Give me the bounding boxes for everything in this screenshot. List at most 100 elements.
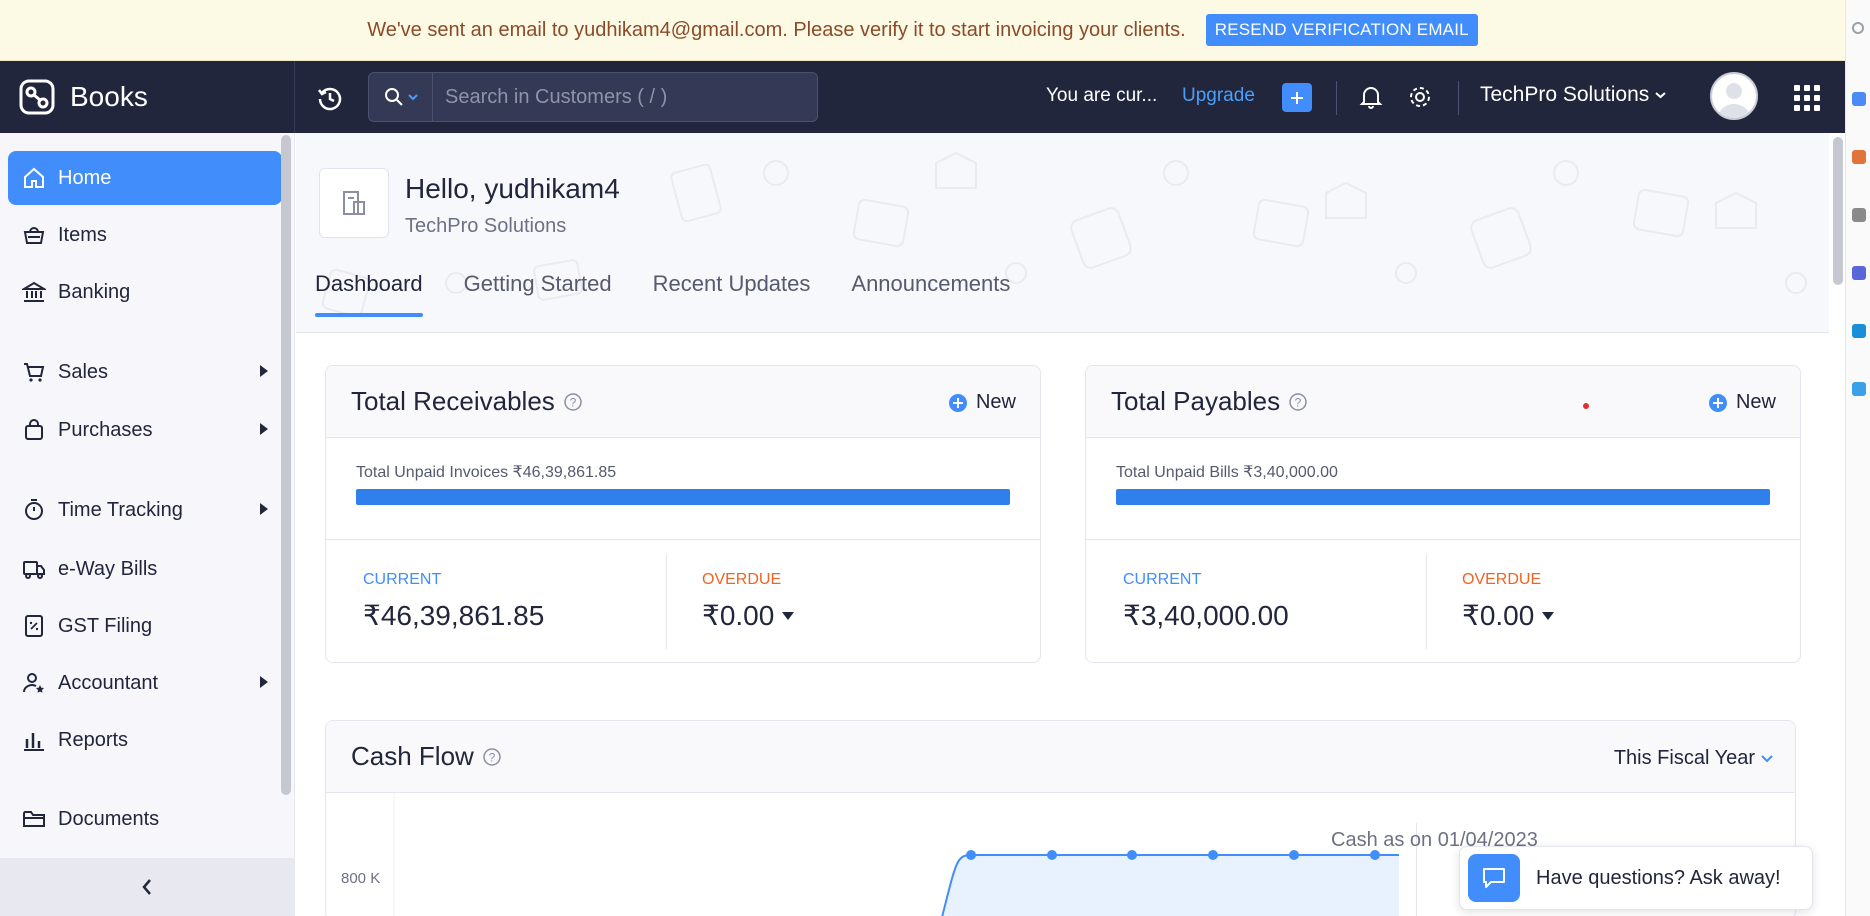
- strip-search-icon[interactable]: [1852, 22, 1864, 34]
- sidebar-item-eway-bills[interactable]: e-Way Bills: [8, 542, 282, 596]
- apps-grid-icon[interactable]: [1794, 85, 1820, 111]
- main-scrollbar[interactable]: [1833, 137, 1843, 285]
- global-search[interactable]: [368, 72, 818, 122]
- recent-history-icon[interactable]: [316, 84, 344, 112]
- chat-widget[interactable]: Have questions? Ask away!: [1459, 846, 1813, 910]
- search-scope-dropdown[interactable]: [369, 73, 433, 121]
- sidebar-item-label: Purchases: [58, 418, 153, 441]
- svg-text:?: ?: [1295, 395, 1302, 409]
- current-label: CURRENT: [363, 571, 442, 588]
- folder-icon: [23, 811, 45, 827]
- new-invoice-button[interactable]: New: [948, 391, 1016, 414]
- svg-text:?: ?: [569, 395, 576, 409]
- caret-down-icon: [1542, 611, 1555, 620]
- settings-gear-icon[interactable]: [1406, 83, 1434, 111]
- tab-dashboard[interactable]: Dashboard: [315, 271, 423, 317]
- upgrade-link[interactable]: Upgrade: [1182, 85, 1255, 107]
- bag-icon: [25, 419, 43, 440]
- plus-icon: [1291, 91, 1303, 104]
- strip-app-icon[interactable]: [1852, 150, 1866, 164]
- search-input[interactable]: [433, 85, 793, 109]
- unpaid-progress-bar: [1116, 489, 1770, 505]
- sidebar-item-gst-filing[interactable]: GST Filing: [8, 599, 282, 653]
- sidebar-item-banking[interactable]: Banking: [8, 265, 282, 319]
- strip-app-icon[interactable]: [1852, 266, 1866, 280]
- overdue-amount-dropdown[interactable]: ₹0.00: [702, 599, 795, 632]
- help-icon[interactable]: ?: [1288, 392, 1308, 412]
- plus-circle-icon: [948, 393, 967, 412]
- tab-recent-updates[interactable]: Recent Updates: [653, 271, 811, 317]
- sidebar-item-accountant[interactable]: Accountant: [8, 656, 282, 710]
- expand-arrow-icon: [260, 676, 268, 688]
- unpaid-bills-label: Total Unpaid Bills ₹3,40,000.00: [1116, 464, 1338, 481]
- browser-side-strip: [1845, 0, 1870, 916]
- notifications-bell-icon[interactable]: [1359, 84, 1383, 110]
- navbar-divider: [1336, 81, 1337, 115]
- unpaid-progress-bar: [356, 489, 1010, 505]
- user-avatar[interactable]: [1710, 72, 1758, 120]
- progress-fill: [1116, 489, 1770, 505]
- strip-app-icon[interactable]: [1852, 208, 1866, 222]
- home-icon: [24, 167, 44, 188]
- sidebar-item-reports[interactable]: Reports: [8, 713, 282, 767]
- items-icon: [23, 227, 45, 244]
- sidebar-item-items[interactable]: Items: [8, 208, 282, 262]
- expand-arrow-icon: [260, 423, 268, 435]
- expand-arrow-icon: [260, 365, 268, 377]
- dashboard-header: Hello, yudhikam4 TechPro Solutions Dashb…: [296, 133, 1829, 333]
- organization-switcher[interactable]: TechPro Solutions: [1480, 83, 1666, 107]
- strip-app-icon[interactable]: [1852, 92, 1866, 106]
- sidebar-item-sales[interactable]: Sales: [8, 345, 282, 399]
- chevron-left-icon: [142, 879, 151, 895]
- chat-prompt: Have questions? Ask away!: [1536, 866, 1781, 889]
- strip-app-icon[interactable]: [1852, 382, 1866, 396]
- building-icon: [343, 191, 365, 215]
- sidebar-item-documents[interactable]: Documents: [8, 792, 282, 846]
- sidebar-item-purchases[interactable]: Purchases: [8, 403, 282, 457]
- new-bill-button[interactable]: New: [1708, 391, 1776, 414]
- tab-announcements[interactable]: Announcements: [851, 271, 1010, 317]
- quick-create-button[interactable]: [1282, 83, 1312, 112]
- cash-point: [966, 850, 976, 860]
- current-amount[interactable]: ₹3,40,000.00: [1123, 599, 1289, 632]
- resend-verification-button[interactable]: RESEND VERIFICATION EMAIL: [1205, 14, 1478, 46]
- sidebar-item-label: Banking: [58, 280, 131, 303]
- cash-point: [1127, 850, 1137, 860]
- books-logo-icon: [19, 79, 55, 115]
- sidebar-item-label: Home: [58, 166, 112, 189]
- overdue-label: OVERDUE: [1462, 571, 1542, 588]
- sidebar-item-home[interactable]: Home: [8, 151, 282, 205]
- help-icon[interactable]: ?: [482, 747, 502, 767]
- overdue-label: OVERDUE: [702, 571, 782, 588]
- strip-app-icon[interactable]: [1852, 324, 1866, 338]
- divider: [1426, 554, 1427, 649]
- org-logo-placeholder[interactable]: [319, 168, 389, 238]
- sidebar-item-label: Documents: [58, 807, 160, 830]
- sidebar-collapse-button[interactable]: [0, 858, 294, 916]
- period-dropdown[interactable]: This Fiscal Year: [1614, 747, 1773, 770]
- avatar-placeholder-icon: [1718, 83, 1750, 118]
- app-brand[interactable]: Books: [0, 61, 295, 133]
- main-content: Hello, yudhikam4 TechPro Solutions Dashb…: [296, 133, 1845, 916]
- chat-bubble-icon: [1468, 854, 1520, 902]
- current-amount[interactable]: ₹46,39,861.85: [363, 599, 544, 632]
- overdue-value: ₹0.00: [702, 600, 775, 631]
- card-header: Cash Flow ? This Fiscal Year: [326, 721, 1795, 793]
- org-subtitle: TechPro Solutions: [405, 215, 567, 237]
- new-label: New: [1735, 391, 1776, 413]
- y-axis-tick: 800 K: [341, 870, 381, 887]
- sidebar-item-time-tracking[interactable]: Time Tracking: [8, 483, 282, 537]
- overdue-value: ₹0.00: [1462, 600, 1535, 631]
- divider: [326, 539, 1040, 540]
- overdue-amount-dropdown[interactable]: ₹0.00: [1462, 599, 1555, 632]
- indicator-dot: [1583, 403, 1589, 409]
- period-label: This Fiscal Year: [1613, 747, 1755, 769]
- brand-name: Books: [70, 81, 148, 112]
- card-header: Total Receivables ? New: [326, 366, 1040, 438]
- tab-getting-started[interactable]: Getting Started: [464, 271, 612, 317]
- card-title: Total Receivables: [351, 386, 555, 416]
- cash-flow-chart: [393, 793, 1399, 916]
- sidebar-scrollbar[interactable]: [281, 135, 291, 795]
- chevron-down-icon: [1655, 92, 1666, 99]
- help-icon[interactable]: ?: [563, 392, 583, 412]
